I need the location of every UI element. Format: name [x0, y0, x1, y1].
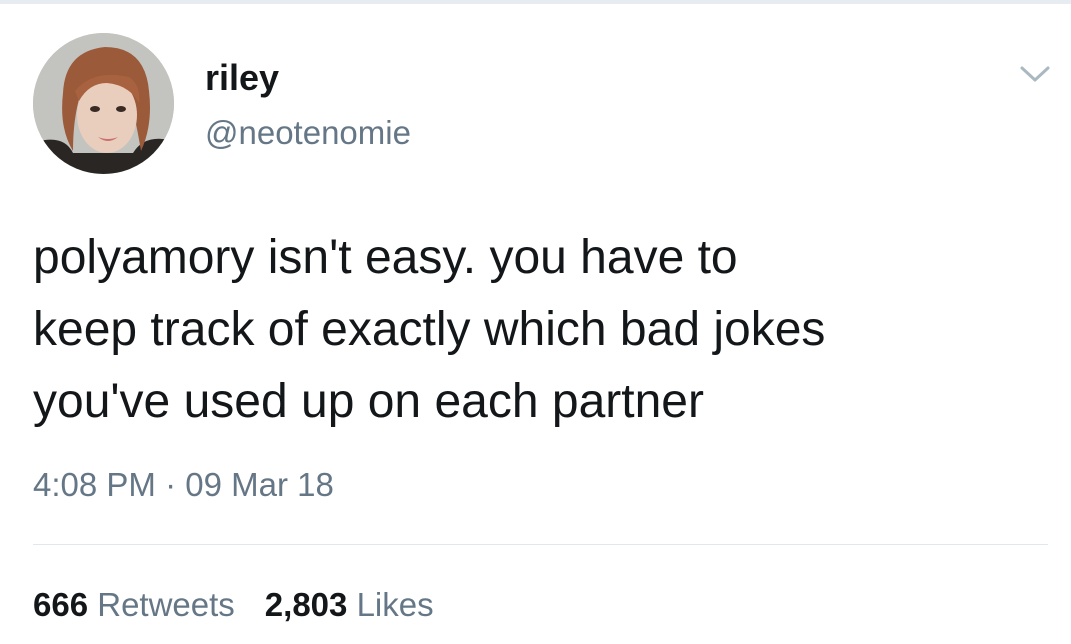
likes-count: 2,803 — [264, 586, 348, 623]
tweet-timestamp[interactable]: 4:08 PM · 09 Mar 18 — [33, 465, 334, 505]
likes-label: Likes — [356, 586, 434, 623]
avatar-photo-icon — [33, 33, 174, 174]
timestamp-separator: · — [165, 466, 177, 503]
stats-divider — [33, 544, 1048, 545]
tweet-date: 09 Mar 18 — [185, 466, 334, 503]
tweet-time: 4:08 PM — [33, 466, 156, 503]
chevron-down-icon — [1020, 66, 1050, 82]
author-display-name[interactable]: riley — [205, 58, 279, 98]
tweet-card: riley @neotenomie polyamory isn't easy. … — [0, 0, 1071, 644]
tweet-text: polyamory isn't easy. you have to keep t… — [33, 231, 826, 428]
retweets-count: 666 — [33, 586, 89, 623]
author-handle[interactable]: @neotenomie — [205, 113, 411, 153]
tweet-menu-button[interactable] — [1018, 60, 1052, 88]
retweets-stat[interactable]: 666 Retweets — [33, 586, 235, 623]
retweets-label: Retweets — [97, 586, 235, 623]
likes-stat[interactable]: 2,803 Likes — [265, 586, 434, 623]
user-avatar[interactable] — [33, 33, 174, 174]
tweet-stats: 666 Retweets 2,803 Likes — [33, 585, 464, 625]
